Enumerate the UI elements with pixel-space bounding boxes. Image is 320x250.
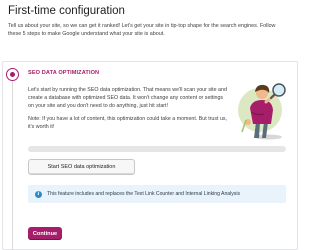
- info-icon: i: [35, 190, 42, 198]
- step-connector-line: [12, 79, 13, 250]
- step-title: SEO DATA OPTIMIZATION: [28, 70, 100, 76]
- step-marker-dot: [10, 72, 15, 77]
- page-title: First-time configuration: [8, 5, 125, 17]
- intro-text: Tell us about your site, so we can get i…: [8, 23, 276, 38]
- continue-button[interactable]: Continue: [28, 227, 62, 240]
- info-text: This feature includes and replaces the T…: [47, 191, 241, 197]
- person-with-magnifier-illustration: [238, 83, 286, 140]
- step-note: Note: If you have a lot of content, this…: [28, 116, 228, 130]
- info-alert: i This feature includes and replaces the…: [28, 185, 286, 203]
- start-seo-optimization-button[interactable]: Start SEO data optimization: [28, 159, 135, 175]
- optimization-progress-bar: [28, 146, 286, 152]
- step-description: Let's start by running the SEO data opti…: [28, 87, 227, 109]
- step-marker-icon: [6, 68, 19, 81]
